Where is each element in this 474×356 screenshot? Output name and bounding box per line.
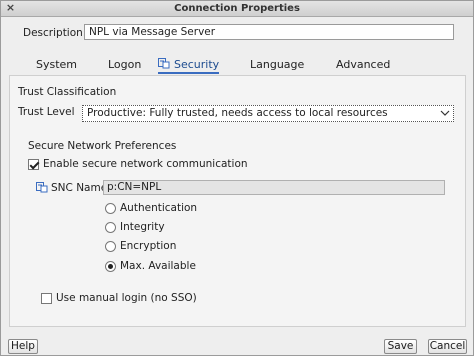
close-button[interactable]: × <box>5 2 16 14</box>
trust-level-value: Productive: Fully trusted, needs access … <box>87 107 388 119</box>
trust-level-label: Trust Level <box>18 106 75 118</box>
description-label: Description: <box>23 27 87 39</box>
radio-integrity-label: Integrity <box>120 221 165 233</box>
help-button[interactable]: Help <box>8 339 38 354</box>
radio-max-available-label: Max. Available <box>120 260 196 272</box>
snc-name-label: SNC Name <box>51 182 108 194</box>
tab-security-label: Security <box>174 58 220 71</box>
chevron-down-icon <box>440 110 450 116</box>
description-input[interactable]: NPL via Message Server <box>84 24 454 40</box>
window-title: Connection Properties <box>174 3 300 14</box>
title-bar: × Connection Properties <box>1 1 473 17</box>
snc-name-input[interactable]: p:CN=NPL <box>103 180 445 195</box>
tab-language[interactable]: Language <box>250 58 304 72</box>
enable-snc-label: Enable secure network communication <box>43 158 248 170</box>
trust-level-dropdown[interactable]: Productive: Fully trusted, needs access … <box>82 105 454 122</box>
tab-logon[interactable]: Logon <box>108 58 141 72</box>
snc-section-title: Secure Network Preferences <box>28 140 177 152</box>
connection-properties-window: × Connection Properties Description: NPL… <box>0 0 474 356</box>
radio-integrity[interactable] <box>105 222 116 233</box>
tab-bar: System Logon Security Language Advanced <box>1 55 473 75</box>
cancel-button[interactable]: Cancel <box>428 339 467 354</box>
trust-section-title: Trust Classification <box>18 86 117 98</box>
manual-login-checkbox[interactable] <box>41 293 52 304</box>
tab-system[interactable]: System <box>36 58 77 72</box>
snc-name-icon <box>36 182 48 193</box>
radio-max-available[interactable] <box>105 261 116 272</box>
save-button[interactable]: Save <box>384 339 417 354</box>
enable-snc-checkbox[interactable] <box>28 159 39 170</box>
tab-advanced[interactable]: Advanced <box>336 58 390 72</box>
radio-encryption-label: Encryption <box>120 240 177 252</box>
radio-authentication[interactable] <box>105 203 116 214</box>
tab-security[interactable]: Security <box>158 58 220 74</box>
security-icon <box>158 58 170 69</box>
radio-encryption[interactable] <box>105 241 116 252</box>
manual-login-label: Use manual login (no SSO) <box>56 292 197 304</box>
radio-authentication-label: Authentication <box>120 202 198 214</box>
